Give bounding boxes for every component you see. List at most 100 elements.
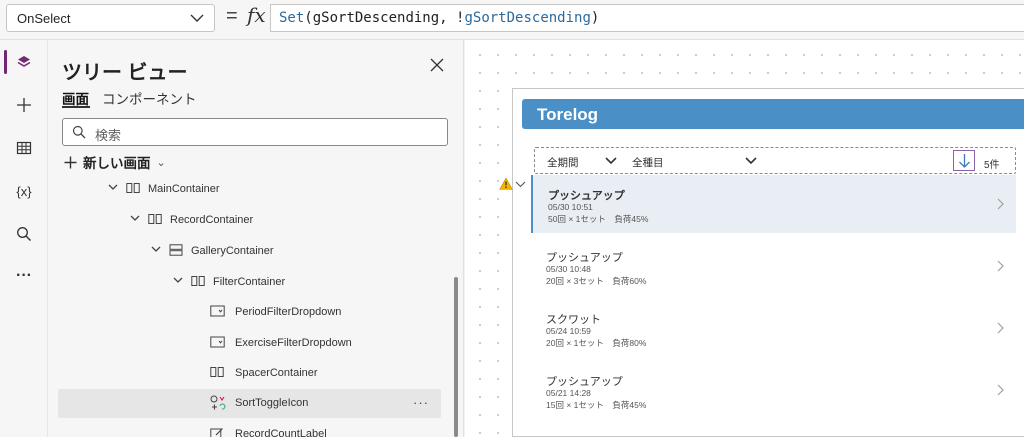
record-detail: 20回 × 3セット 負荷60% <box>546 276 647 286</box>
chevron-down-icon <box>130 215 140 221</box>
property-dropdown[interactable]: OnSelect <box>6 4 215 32</box>
chevron-right-icon[interactable] <box>997 260 1004 272</box>
app-header[interactable]: Torelog <box>522 99 1024 129</box>
variables-icon: {x} <box>16 183 32 199</box>
rail-tree-view[interactable] <box>0 42 48 82</box>
search-input[interactable]: 検索 <box>62 118 448 146</box>
exercise-name: プッシュアップ <box>546 252 623 264</box>
new-screen-button[interactable]: 新しい画面 ⌄ <box>64 152 166 172</box>
formula-variable-ref: gSortDescending <box>464 10 591 26</box>
search-placeholder: 検索 <box>95 128 122 143</box>
formula-variable: gSortDescending <box>312 10 440 26</box>
close-icon[interactable] <box>430 58 444 72</box>
horizontal-container-icon <box>126 183 140 193</box>
tree-scrollbar[interactable] <box>454 277 458 437</box>
chevron-down-icon[interactable] <box>515 181 526 188</box>
formula-paren-close: ) <box>590 10 600 26</box>
layers-icon <box>17 56 31 67</box>
formula-paren-open: ( <box>304 10 313 26</box>
formula-input[interactable]: Set(gSortDescending, !gSortDescending) <box>270 4 1024 32</box>
app-title: Torelog <box>537 105 599 124</box>
rail-search[interactable] <box>0 214 48 254</box>
exercise-name: プッシュアップ <box>546 376 623 388</box>
gallery-item[interactable]: プッシュアップ 05/30 10:51 50回 × 1セット 負荷45% <box>531 175 1016 233</box>
property-dropdown-value: OnSelect <box>17 11 71 26</box>
chevron-right-icon[interactable] <box>997 384 1004 396</box>
horizontal-container-icon <box>148 214 162 224</box>
chevron-down-icon <box>173 277 183 283</box>
shapes-icon <box>210 395 226 410</box>
search-icon <box>72 125 86 139</box>
filter-container[interactable]: 全期間 全種目 5件 <box>534 147 1016 174</box>
equals-sign: = <box>226 5 238 27</box>
rail-more[interactable]: ··· <box>0 256 48 296</box>
chevron-down-icon <box>190 14 204 22</box>
rail-insert[interactable] <box>0 85 48 125</box>
table-icon <box>16 141 32 155</box>
record-detail: 15回 × 1セット 負荷45% <box>546 400 647 410</box>
formula-bar: OnSelect = fx Set(gSortDescending, !gSor… <box>0 0 1024 40</box>
dropdown-icon <box>210 305 225 317</box>
exercise-name: プッシュアップ <box>548 190 625 202</box>
tree-node-filtercontainer[interactable]: FilterContainer <box>58 268 441 297</box>
tree-node-recordcountlabel[interactable]: RecordCountLabel <box>58 420 441 437</box>
horizontal-container-icon <box>191 276 205 286</box>
rail-variables[interactable]: {x} <box>0 171 48 211</box>
tree-node-label: ExerciseFilterDropdown <box>235 337 352 349</box>
chevron-down-icon: ⌄ <box>156 156 166 169</box>
exercise-name: スクワット <box>546 314 601 326</box>
record-date: 05/24 10:59 <box>546 326 591 336</box>
period-filter-dropdown[interactable]: 全期間 <box>547 155 579 170</box>
formula-function: Set <box>279 10 305 26</box>
chevron-right-icon[interactable] <box>997 322 1004 334</box>
gallery-item[interactable]: プッシュアップ 05/21 14:28 15回 × 1セット 負荷45% <box>531 361 1016 419</box>
tree-node-gallerycontainer[interactable]: GalleryContainer <box>58 237 441 266</box>
tree-view-panel: ツリー ビュー 画面 コンポーネント 検索 新しい画面 ⌄ MainContai… <box>48 40 464 437</box>
tree-node-label: RecordContainer <box>170 214 254 226</box>
gallery-item[interactable]: プッシュアップ 05/30 10:48 20回 × 3セット 負荷60% <box>531 237 1016 295</box>
exercise-filter-dropdown[interactable]: 全種目 <box>632 155 664 170</box>
tab-underline <box>62 106 90 108</box>
formula-separator: , ! <box>439 10 465 26</box>
record-date: 05/30 10:51 <box>548 202 593 212</box>
tree-node-exercisefilterdropdown[interactable]: ExerciseFilterDropdown <box>58 329 441 358</box>
plus-icon <box>17 98 31 112</box>
tree-node-label: FilterContainer <box>213 276 286 288</box>
left-rail: {x} ··· <box>0 40 48 437</box>
record-gallery[interactable]: プッシュアップ 05/30 10:51 50回 × 1セット 負荷45% プッシ… <box>531 175 1016 437</box>
chevron-down-icon <box>108 184 118 190</box>
new-screen-label: 新しい画面 <box>83 156 151 171</box>
vertical-container-icon <box>169 244 183 256</box>
fx-icon[interactable]: fx <box>247 3 266 27</box>
dropdown-icon <box>210 336 225 348</box>
arrow-down-icon <box>959 154 970 168</box>
plus-icon <box>64 156 77 168</box>
tree-node-label: SpacerContainer <box>235 367 318 379</box>
more-options-button[interactable]: ··· <box>413 395 429 410</box>
tree-node-sorttoggleicon[interactable]: SortToggleIcon ··· <box>58 389 441 418</box>
formula-text: Set(gSortDescending, !gSortDescending) <box>279 10 599 26</box>
gallery-item[interactable]: スクワット 05/24 10:59 20回 × 1セット 負荷80% <box>531 299 1016 357</box>
horizontal-container-icon <box>210 367 224 377</box>
tree-node-maincontainer[interactable]: MainContainer <box>58 175 441 204</box>
record-detail: 50回 × 1セット 負荷45% <box>548 214 649 224</box>
rail-data[interactable] <box>0 128 48 168</box>
tree-node-label: RecordCountLabel <box>235 428 327 437</box>
search-icon <box>17 227 31 241</box>
tree-node-label: GalleryContainer <box>191 245 274 257</box>
warning-icon[interactable] <box>499 177 513 190</box>
tab-components[interactable]: コンポーネント <box>102 88 197 108</box>
chevron-down-icon <box>605 157 617 165</box>
tree-node-recordcontainer[interactable]: RecordContainer <box>58 206 441 235</box>
tree-node-label: PeriodFilterDropdown <box>235 306 342 318</box>
chevron-right-icon[interactable] <box>997 198 1004 210</box>
record-date: 05/30 10:48 <box>546 264 591 274</box>
sort-toggle-button[interactable] <box>953 150 975 171</box>
record-detail: 20回 × 1セット 負荷80% <box>546 338 647 348</box>
record-date: 05/21 14:28 <box>546 388 591 398</box>
chevron-down-icon <box>151 246 161 252</box>
tree-node-periodfilterdropdown[interactable]: PeriodFilterDropdown <box>58 298 441 327</box>
tab-screens[interactable]: 画面 <box>62 88 89 108</box>
tree-node-spacercontainer[interactable]: SpacerContainer <box>58 359 441 388</box>
chevron-down-icon <box>745 157 757 165</box>
